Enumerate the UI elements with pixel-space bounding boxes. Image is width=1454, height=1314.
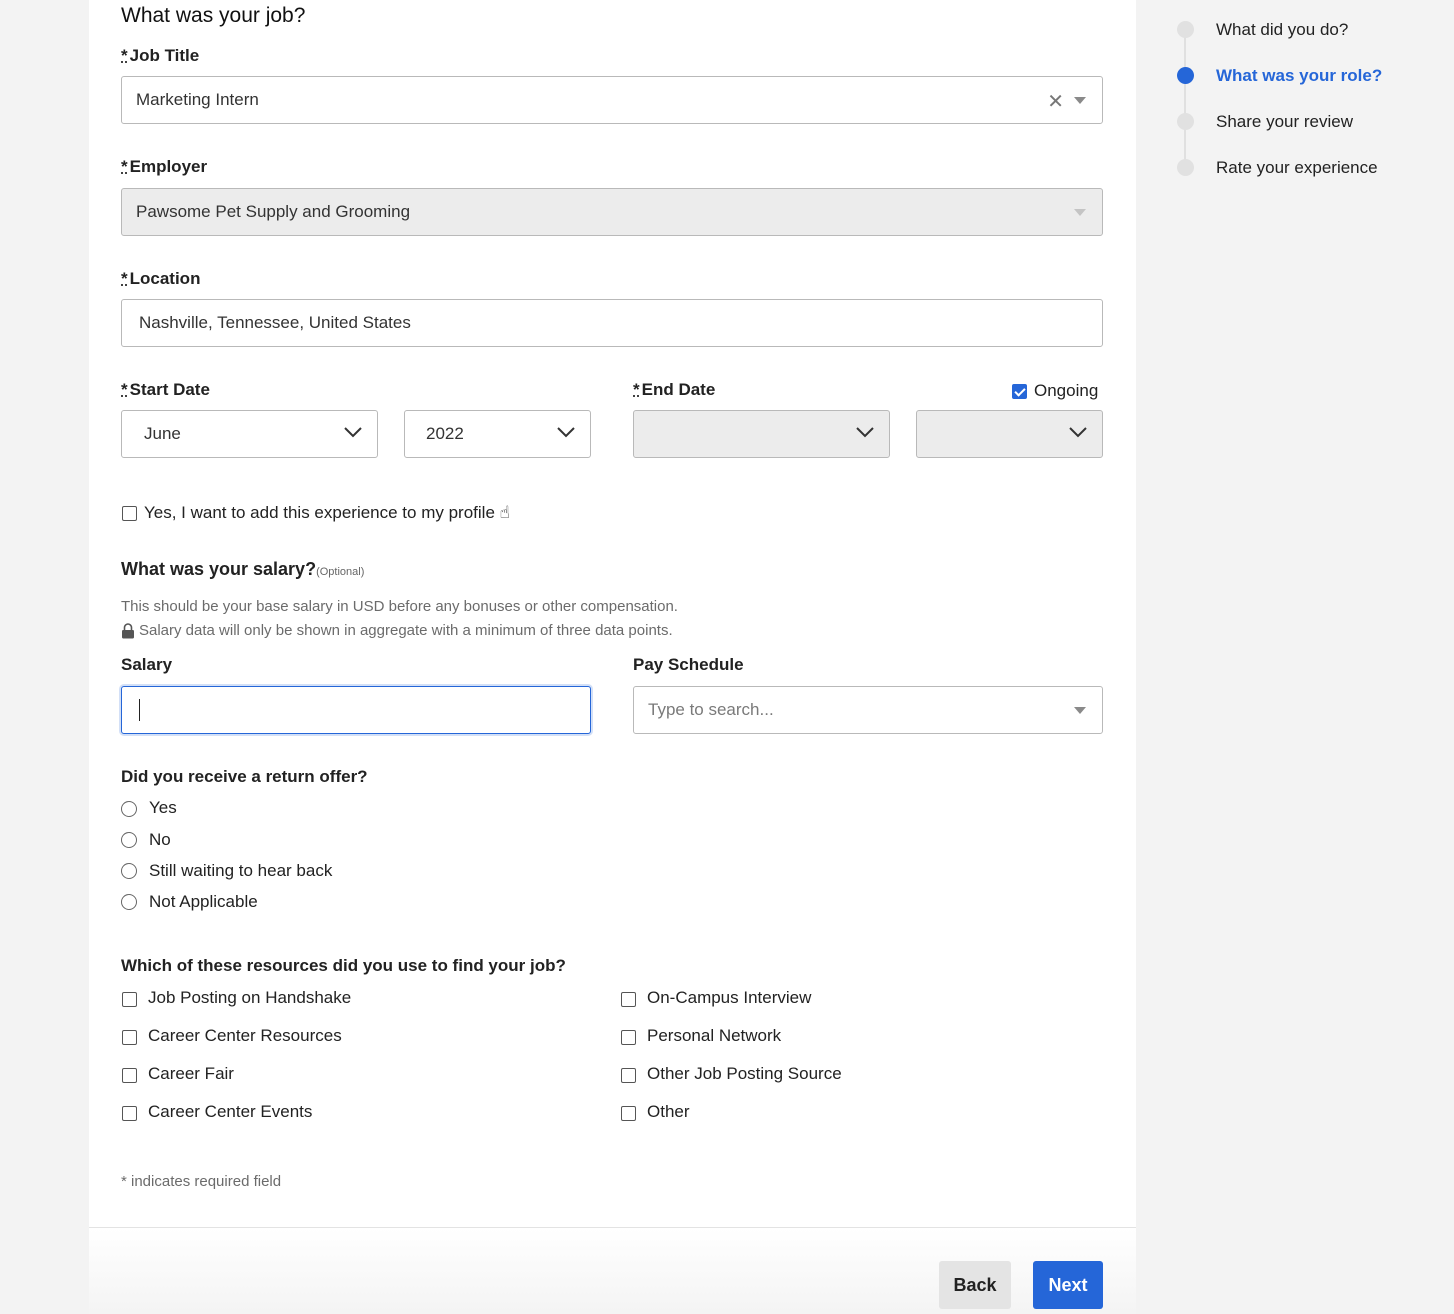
resource-checkbox-other-job-posting[interactable] <box>621 1068 636 1083</box>
job-title-select[interactable]: Marketing Intern ✕ <box>121 76 1103 124</box>
radio-still-waiting-label: Still waiting to hear back <box>149 861 333 880</box>
radio-still-waiting[interactable] <box>121 863 137 879</box>
employer-label: * Employer <box>121 157 208 176</box>
resource-checkbox-handshake[interactable] <box>122 992 137 1007</box>
end-year-select <box>916 410 1103 458</box>
chevron-down-icon <box>1069 427 1087 438</box>
radio-yes-label: Yes <box>149 798 177 817</box>
start-month-value: June <box>144 424 181 443</box>
step-dot <box>1177 21 1194 38</box>
progress-line <box>1184 30 1186 170</box>
close-icon[interactable]: ✕ <box>1047 89 1064 114</box>
employer-select: Pawsome Pet Supply and Grooming <box>121 188 1103 236</box>
end-date-label: * End Date <box>633 380 716 399</box>
salary-section-title: What was your salary?(Optional) <box>121 559 365 579</box>
resource-label: Career Center Events <box>148 1102 313 1121</box>
chevron-down-icon <box>856 427 874 438</box>
caret-down-icon[interactable] <box>1074 97 1086 104</box>
employer-value: Pawsome Pet Supply and Grooming <box>136 202 411 221</box>
ongoing-checkbox[interactable] <box>1012 384 1027 399</box>
location-value: Nashville, Tennessee, United States <box>139 313 411 332</box>
start-year-select[interactable]: 2022 <box>404 410 591 458</box>
required-field-note: * indicates required field <box>121 1173 282 1190</box>
step-dot <box>1177 159 1194 176</box>
optional-tag: (Optional) <box>316 566 365 578</box>
back-button[interactable]: Back <box>939 1261 1011 1309</box>
resource-checkbox-career-center-resources[interactable] <box>122 1030 137 1045</box>
required-marker: * <box>121 46 128 65</box>
salary-input[interactable] <box>121 686 591 734</box>
step-what-did-you-do[interactable]: What did you do? <box>1216 20 1348 40</box>
start-date-label: * Start Date <box>121 380 210 399</box>
pay-schedule-placeholder: Type to search... <box>648 700 774 719</box>
form-footer: Back Next <box>89 1227 1136 1314</box>
step-dot <box>1177 113 1194 130</box>
resource-label: Career Center Resources <box>148 1026 342 1045</box>
chevron-down-icon <box>557 427 575 438</box>
caret-down-icon <box>1074 209 1086 216</box>
step-what-was-your-role[interactable]: What was your role? <box>1216 66 1382 86</box>
text-cursor <box>139 699 140 721</box>
resource-checkbox-career-center-events[interactable] <box>122 1106 137 1121</box>
start-month-select[interactable]: June <box>121 410 378 458</box>
location-label: * Location <box>121 269 201 288</box>
salary-label: Salary <box>121 655 173 674</box>
form-card: What was your job? * Job Title Marketing … <box>89 0 1136 1314</box>
next-button[interactable]: Next <box>1033 1261 1103 1309</box>
salary-help-text: This should be your base salary in USD b… <box>121 598 678 615</box>
section-title: What was your job? <box>121 4 306 27</box>
location-input[interactable]: Nashville, Tennessee, United States <box>121 299 1103 347</box>
return-offer-title: Did you receive a return offer? <box>121 767 368 786</box>
start-year-value: 2022 <box>426 424 464 443</box>
add-to-profile-checkbox[interactable] <box>122 506 137 521</box>
resource-checkbox-personal-network[interactable] <box>621 1030 636 1045</box>
step-rate-your-experience[interactable]: Rate your experience <box>1216 158 1378 178</box>
end-month-select <box>633 410 890 458</box>
radio-not-applicable-label: Not Applicable <box>149 892 258 911</box>
caret-down-icon[interactable] <box>1074 707 1086 714</box>
chevron-down-icon <box>344 427 362 438</box>
job-title-label: * Job Title <box>121 46 200 65</box>
resource-label: On-Campus Interview <box>647 988 812 1007</box>
resource-checkbox-career-fair[interactable] <box>122 1068 137 1083</box>
salary-privacy-note: Salary data will only be shown in aggreg… <box>121 622 673 639</box>
ongoing-label: Ongoing <box>1034 381 1099 400</box>
resources-title: Which of these resources did you use to … <box>121 956 566 975</box>
resource-label: Career Fair <box>148 1064 234 1083</box>
resource-label: Other <box>647 1102 690 1121</box>
resource-label: Other Job Posting Source <box>647 1064 842 1083</box>
lock-icon <box>122 622 134 638</box>
resource-label: Personal Network <box>647 1026 782 1045</box>
radio-no-label: No <box>149 830 171 849</box>
step-dot-active <box>1177 67 1194 84</box>
add-to-profile-label: Yes, I want to add this experience to my… <box>144 503 510 522</box>
resource-label: Job Posting on Handshake <box>148 988 352 1007</box>
radio-yes[interactable] <box>121 801 137 817</box>
resource-checkbox-other[interactable] <box>621 1106 636 1121</box>
pay-schedule-select[interactable]: Type to search... <box>633 686 1103 734</box>
step-share-your-review[interactable]: Share your review <box>1216 112 1353 132</box>
radio-no[interactable] <box>121 832 137 848</box>
pay-schedule-label: Pay Schedule <box>633 655 744 674</box>
resource-checkbox-on-campus-interview[interactable] <box>621 992 636 1007</box>
job-title-value: Marketing Intern <box>136 90 259 109</box>
radio-not-applicable[interactable] <box>121 894 137 910</box>
